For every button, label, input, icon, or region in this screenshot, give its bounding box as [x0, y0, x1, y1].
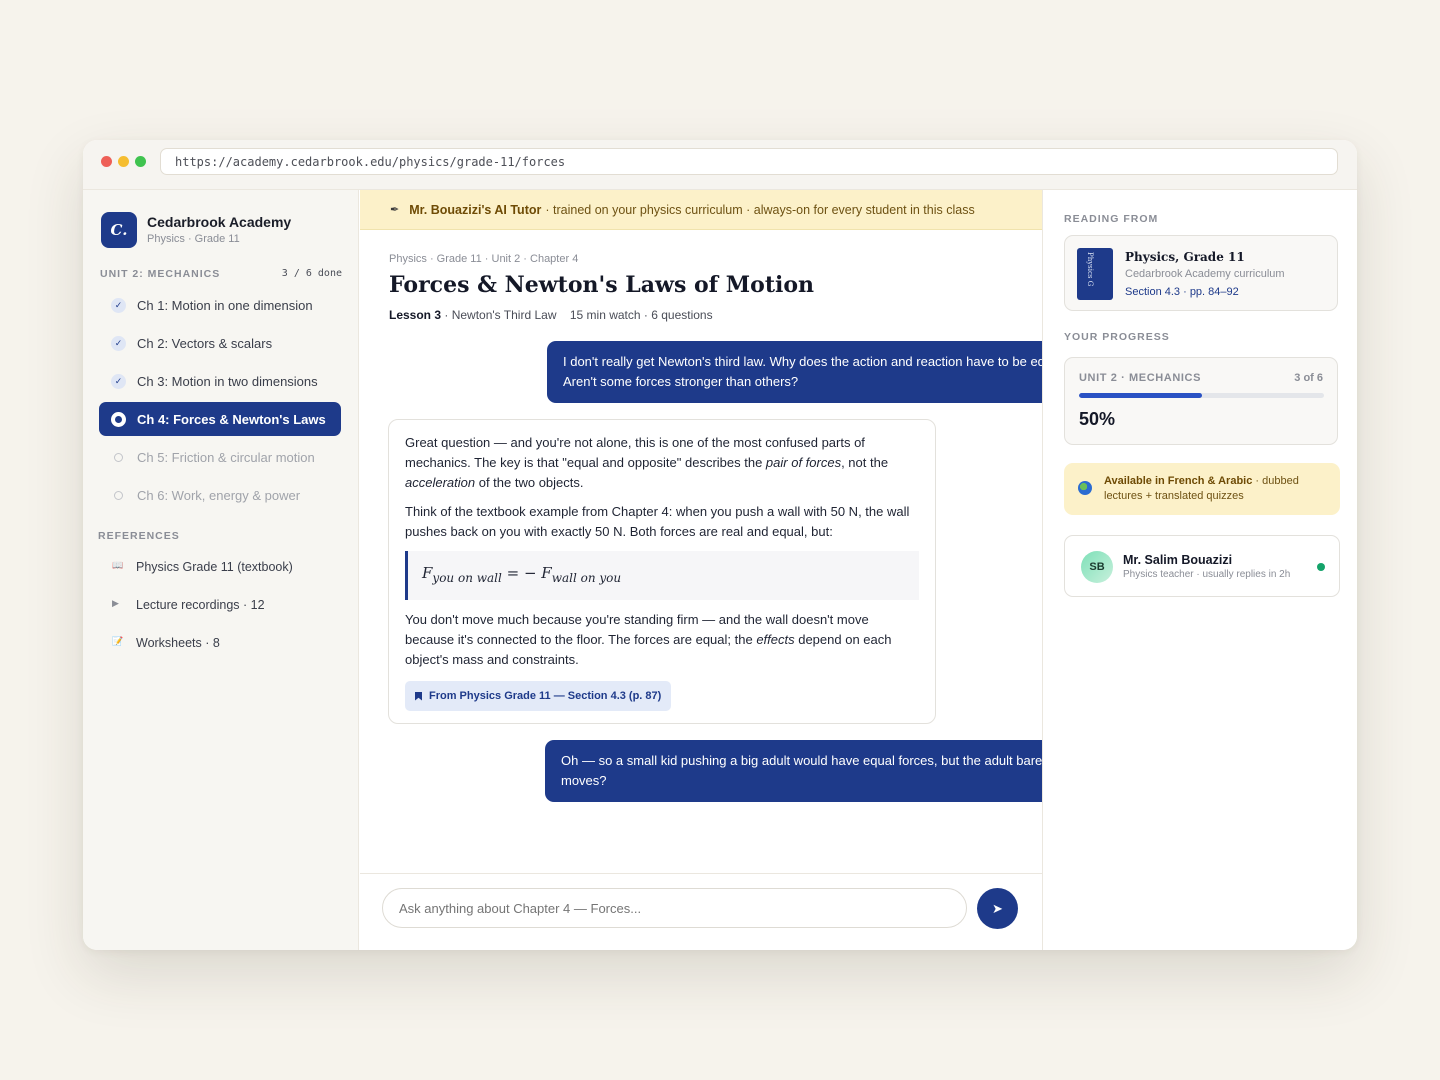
ai-paragraph: You don't move much because you're stand… [405, 612, 892, 667]
tutor-name: Mr. Bouazizi's AI Tutor [409, 202, 542, 217]
book-icon: 📖 [112, 560, 124, 570]
main-panel: ✒ Mr. Bouazizi's AI Tutor · trained on y… [360, 190, 1096, 950]
citation-label: From Physics Grade 11 — Section 4.3 (p. … [429, 690, 662, 702]
right-rail: READING FROM Physics G Physics, Grade 11… [1042, 190, 1357, 950]
unit-progress-count: 3 / 6 done [281, 268, 342, 279]
sidebar-item-label: Ch 6: Work, energy & power [137, 487, 301, 503]
pencil-icon: 📝 [112, 636, 124, 646]
sidebar-item-ch1[interactable]: ✓ Ch 1: Motion in one dimension [99, 288, 341, 322]
reference-label: Lecture recordings · 12 [136, 598, 265, 612]
reading-from-label: READING FROM [1064, 213, 1159, 225]
pen-icon: ✒ [390, 204, 400, 216]
language-notice: Available in French & Arabic · dubbed le… [1064, 463, 1340, 515]
ai-paragraph: Think of the textbook example from Chapt… [405, 504, 910, 539]
teacher-card[interactable]: SB Mr. Salim Bouazizi Physics teacher · … [1064, 535, 1340, 597]
teacher-name: Mr. Salim Bouazizi [1123, 553, 1233, 567]
sidebar-item-label: Ch 5: Friction & circular motion [137, 449, 315, 465]
citation-chip[interactable]: From Physics Grade 11 — Section 4.3 (p. … [405, 681, 672, 711]
reading-card[interactable]: Physics G Physics, Grade 11 Cedarbrook A… [1064, 235, 1338, 311]
progress-count: 3 of 6 [1294, 372, 1323, 384]
play-icon: ▶ [112, 598, 119, 608]
breadcrumb: Physics · Grade 11 · Unit 2 · Chapter 4 [389, 253, 579, 265]
equation-block: Fyou on wall = − Fwall on you [405, 551, 919, 600]
minimize-window-dot[interactable] [118, 156, 129, 167]
reference-worksheets[interactable]: 📝 Worksheets · 8 [99, 628, 341, 658]
tutor-banner: ✒ Mr. Bouazizi's AI Tutor · trained on y… [360, 190, 1042, 230]
reference-label: Physics Grade 11 (textbook) [136, 560, 293, 574]
reference-textbook[interactable]: 📖 Physics Grade 11 (textbook) [99, 552, 341, 582]
lesson-number: Lesson 3 [389, 308, 442, 322]
check-icon: ✓ [111, 336, 126, 351]
bookmark-icon [415, 691, 422, 701]
book-cover: Physics G [1077, 248, 1113, 300]
circle-icon [114, 491, 123, 500]
progress-percent: 50% [1079, 409, 1116, 429]
user-message: Oh — so a small kid pushing a big adult … [545, 740, 1096, 802]
progress-label: YOUR PROGRESS [1064, 331, 1170, 343]
circle-icon [114, 453, 123, 462]
online-status-dot [1317, 563, 1325, 571]
references-label: REFERENCES [98, 530, 180, 542]
reference-label: Worksheets · 8 [136, 636, 220, 650]
progress-fill [1079, 393, 1202, 398]
globe-icon [1078, 481, 1092, 495]
brand-logo: C. [101, 212, 137, 248]
sidebar-item-ch4[interactable]: Ch 4: Forces & Newton's Laws [99, 402, 341, 436]
book-section: Section 4.3 · pp. 84–92 [1125, 286, 1239, 298]
sidebar-item-ch2[interactable]: ✓ Ch 2: Vectors & scalars [99, 326, 341, 360]
reference-lectures[interactable]: ▶ Lecture recordings · 12 [99, 590, 341, 620]
current-dot-icon [111, 412, 126, 427]
sidebar-item-label: Ch 1: Motion in one dimension [137, 297, 313, 313]
avatar: SB [1081, 551, 1113, 583]
sidebar-item-label: Ch 2: Vectors & scalars [137, 335, 273, 351]
brand-subtitle: Physics · Grade 11 [147, 233, 240, 245]
address-bar[interactable]: https://academy.cedarbrook.edu/physics/g… [160, 148, 1338, 175]
composer: ➤ [360, 873, 1042, 950]
book-title: Physics, Grade 11 [1125, 250, 1245, 264]
teacher-subtitle: Physics teacher · usually replies in 2h [1123, 569, 1291, 580]
ai-message: Great question — and you're not alone, t… [388, 419, 936, 724]
unit-label: UNIT 2: MECHANICS [100, 268, 221, 280]
user-message: I don't really get Newton's third law. W… [547, 341, 1094, 403]
progress-unit: UNIT 2 · MECHANICS [1079, 372, 1202, 384]
sidebar-item-label: Ch 3: Motion in two dimensions [137, 373, 318, 389]
lesson-meta: Lesson 3 · Newton's Third Law 15 min wat… [389, 308, 713, 322]
tutor-description: · trained on your physics curriculum · a… [545, 202, 975, 217]
send-icon: ➤ [992, 900, 1003, 916]
page-title: Forces & Newton's Laws of Motion [389, 272, 815, 298]
maximize-window-dot[interactable] [135, 156, 146, 167]
lesson-name: · Newton's Third Law [444, 308, 557, 322]
sidebar-item-ch5[interactable]: Ch 5: Friction & circular motion [99, 440, 341, 474]
sidebar: C. Cedarbrook Academy Physics · Grade 11… [83, 190, 359, 950]
sidebar-item-ch3[interactable]: ✓ Ch 3: Motion in two dimensions [99, 364, 341, 398]
progress-card: UNIT 2 · MECHANICS 3 of 6 50% [1064, 357, 1338, 445]
chat-input[interactable] [382, 888, 967, 928]
ai-paragraph: Great question — and you're not alone, t… [405, 435, 889, 490]
brand-name: Cedarbrook Academy [147, 214, 292, 230]
book-subtitle: Cedarbrook Academy curriculum [1125, 268, 1285, 280]
sidebar-item-label: Ch 4: Forces & Newton's Laws [137, 411, 326, 427]
language-highlight: Available in French & Arabic [1104, 475, 1253, 487]
sidebar-item-ch6[interactable]: Ch 6: Work, energy & power [99, 478, 341, 512]
check-icon: ✓ [111, 298, 126, 313]
check-icon: ✓ [111, 374, 126, 389]
progress-bar [1079, 393, 1324, 398]
lesson-duration: 15 min watch · 6 questions [569, 308, 713, 322]
close-window-dot[interactable] [101, 156, 112, 167]
browser-chrome: https://academy.cedarbrook.edu/physics/g… [83, 140, 1357, 190]
send-button[interactable]: ➤ [977, 888, 1018, 929]
browser-window: https://academy.cedarbrook.edu/physics/g… [83, 140, 1357, 950]
